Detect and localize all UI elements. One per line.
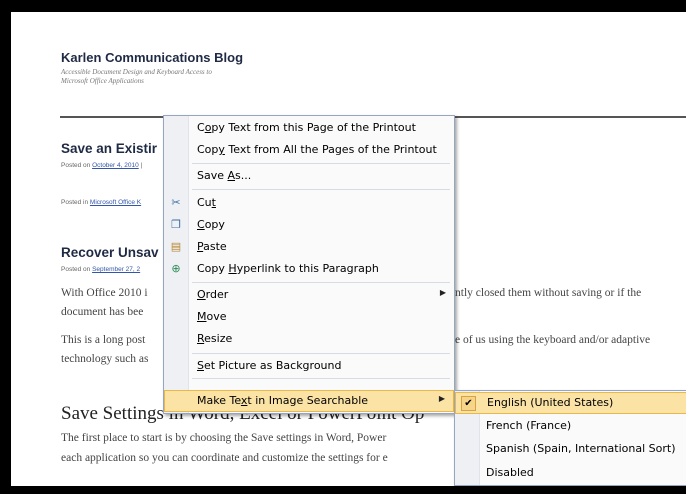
post-title-recover-unsaved[interactable]: Recover Unsav <box>61 245 159 260</box>
para2-line1-left: This is a long post <box>61 334 146 346</box>
copy-icon: ❐ <box>171 218 181 231</box>
submenu-french[interactable]: French (France) <box>455 415 686 437</box>
menu-separator <box>192 163 450 164</box>
checkmark-icon: ✔ <box>461 396 476 411</box>
menu-copy-text-page[interactable]: Copy Text from this Page of the Printout <box>164 117 454 139</box>
menu-label: Copy <box>197 218 225 231</box>
submenu-label: Disabled <box>486 466 534 479</box>
post-meta-2: Posted on September 27, 2 <box>61 266 140 273</box>
menu-label: Set Picture as Background <box>197 359 342 372</box>
menu-paste[interactable]: ▤ Paste <box>164 236 454 258</box>
submenu-label: French (France) <box>486 419 572 432</box>
posted-in-1: Posted in Microsoft Office K <box>61 199 141 206</box>
submenu-label: English (United States) <box>487 396 614 409</box>
menu-label: Save As... <box>197 169 252 182</box>
language-submenu: ✔ English (United States) French (France)… <box>454 390 686 486</box>
para1-line2: document has bee <box>61 306 144 318</box>
posted-in-label: Posted in <box>61 199 90 206</box>
meta-sep: | <box>138 162 143 169</box>
post-date-link-1[interactable]: October 4, 2010 <box>92 162 139 169</box>
posted-on-label: Posted on <box>61 162 93 169</box>
menu-label: Copy Text from All the Pages of the Prin… <box>197 143 437 156</box>
menu-make-text-searchable[interactable]: Make Text in Image Searchable ▶ <box>164 390 454 412</box>
menu-label: Move <box>197 310 227 323</box>
menu-label: Order <box>197 288 229 301</box>
submenu-arrow-icon: ▶ <box>439 288 446 297</box>
menu-label: Make Text in Image Searchable <box>197 394 369 407</box>
menu-label: Cut <box>197 196 216 209</box>
blog-tagline: Accessible Document Design and Keyboard … <box>61 68 212 85</box>
para1-line1-left: With Office 2010 i <box>61 287 148 299</box>
menu-cut[interactable]: ✂ Cut <box>164 192 454 214</box>
category-link[interactable]: Microsoft Office K <box>90 199 141 206</box>
menu-label: Copy Hyperlink to this Paragraph <box>197 262 379 275</box>
post-date-link-2[interactable]: September 27, 2 <box>92 266 140 273</box>
para1-line1-right: ntly closed them without saving or if th… <box>455 287 642 299</box>
para3-line1: The first place to start is by choosing … <box>61 432 387 444</box>
menu-label: Resize <box>197 332 233 345</box>
menu-separator <box>192 353 450 354</box>
submenu-spanish[interactable]: Spanish (Spain, International Sort) <box>455 438 686 460</box>
submenu-english-us[interactable]: ✔ English (United States) <box>455 392 686 414</box>
hyperlink-icon: ⊕ <box>171 262 181 275</box>
menu-copy[interactable]: ❐ Copy <box>164 214 454 236</box>
menu-separator <box>192 282 450 283</box>
posted-on-label: Posted on <box>61 266 93 273</box>
submenu-disabled[interactable]: Disabled <box>455 462 686 484</box>
submenu-arrow-icon: ▶ <box>438 394 445 403</box>
menu-resize[interactable]: Resize <box>164 328 454 350</box>
menu-separator <box>192 378 450 379</box>
menu-move[interactable]: Move <box>164 306 454 328</box>
menu-copy-text-all-pages[interactable]: Copy Text from All the Pages of the Prin… <box>164 139 454 161</box>
menu-separator <box>192 189 450 190</box>
post-meta-1: Posted on October 4, 2010 | <box>61 162 142 169</box>
scissors-icon: ✂ <box>171 196 181 209</box>
paste-icon: ▤ <box>170 240 182 253</box>
post-title-save-existing[interactable]: Save an Existir <box>61 141 157 156</box>
menu-label: Copy Text from this Page of the Printout <box>197 121 416 134</box>
heading-left: Save Settings <box>61 403 164 424</box>
menu-set-picture-background[interactable]: Set Picture as Background <box>164 355 454 377</box>
menu-order[interactable]: Order ▶ <box>164 284 454 306</box>
para2-line2: technology such as <box>61 353 149 365</box>
context-menu: Copy Text from this Page of the Printout… <box>163 115 455 414</box>
menu-copy-hyperlink[interactable]: ⊕ Copy Hyperlink to this Paragraph <box>164 258 454 280</box>
menu-label: Paste <box>197 240 227 253</box>
submenu-label: Spanish (Spain, International Sort) <box>486 442 676 455</box>
menu-save-as[interactable]: Save As... <box>164 165 454 187</box>
para2-line1-right: e of us using the keyboard and/or adapti… <box>455 334 651 346</box>
para3-line2: each application so you can coordinate a… <box>61 452 388 464</box>
blog-title[interactable]: Karlen Communications Blog <box>61 50 243 65</box>
